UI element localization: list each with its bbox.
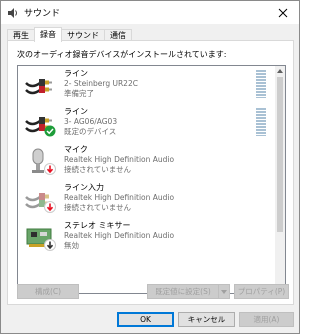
device-name: ステレオ ミキサー — [64, 221, 131, 230]
level-meter — [256, 70, 266, 98]
device-status: 接続されていません — [64, 165, 132, 174]
configure-button[interactable]: 構成(C) — [17, 284, 79, 299]
title-bar: サウンド — [1, 1, 299, 24]
chevron-down-icon — [221, 289, 227, 294]
close-icon — [278, 8, 288, 17]
chevron-up-icon — [277, 69, 283, 73]
disconnected-arrow-badge — [44, 163, 56, 175]
device-status: 接続されていません — [64, 203, 132, 212]
speaker-icon — [7, 7, 19, 19]
device-item[interactable]: ライン 3- AG06/AG03 既定のデバイス — [18, 105, 276, 142]
device-item[interactable]: マイク Realtek High Definition Audio 接続されてい… — [18, 143, 276, 180]
ok-button[interactable]: OK — [117, 312, 174, 327]
device-status: 無効 — [64, 241, 79, 250]
device-name: ライン — [64, 69, 88, 78]
disconnected-arrow-badge — [44, 201, 56, 213]
apply-button[interactable]: 適用(A) — [239, 312, 294, 327]
device-name: マイク — [64, 145, 88, 154]
device-detail: Realtek High Definition Audio — [64, 193, 175, 202]
set-default-dropdown[interactable] — [218, 284, 230, 299]
properties-button[interactable]: プロパティ(P) — [234, 284, 289, 299]
device-detail: Realtek High Definition Audio — [64, 231, 175, 240]
device-detail: 3- AG06/AG03 — [64, 117, 118, 126]
tab-recording[interactable]: 録音 — [34, 27, 62, 42]
tab-strip: 再生 録音 サウンド 通信 — [7, 27, 132, 42]
set-default-button[interactable]: 既定値に設定(S) — [147, 284, 219, 299]
device-list[interactable]: ライン 2- Steinberg UR22C 準備完了 ライン 3- AG06/… — [17, 65, 286, 294]
device-detail: Realtek High Definition Audio — [64, 155, 175, 164]
vertical-scrollbar[interactable] — [275, 66, 285, 293]
window-title: サウンド — [24, 9, 61, 19]
device-status: 既定のデバイス — [64, 127, 117, 136]
device-status: 準備完了 — [64, 89, 94, 98]
device-item[interactable]: ライン 2- Steinberg UR22C 準備完了 — [18, 67, 276, 104]
scroll-thumb[interactable] — [277, 77, 283, 232]
level-meter — [256, 108, 266, 136]
recording-panel: 次のオーディオ録音デバイスがインストールされています: ライン 2- Stein… — [7, 40, 294, 305]
rca-cable-icon — [24, 70, 54, 100]
device-name: ライン入力 — [64, 183, 104, 192]
panel-caption: 次のオーディオ録音デバイスがインストールされています: — [17, 50, 227, 59]
sound-dialog: サウンド 再生 録音 サウンド 通信 次のオーディオ録音デバイスがインストールさ… — [0, 0, 300, 334]
disabled-arrow-badge — [44, 239, 56, 251]
device-item[interactable]: ライン入力 Realtek High Definition Audio 接続され… — [18, 181, 276, 218]
device-detail: 2- Steinberg UR22C — [64, 79, 138, 88]
device-name: ライン — [64, 107, 88, 116]
close-button[interactable] — [267, 1, 299, 24]
device-item[interactable]: ステレオ ミキサー Realtek High Definition Audio … — [18, 219, 276, 256]
cancel-button[interactable]: キャンセル — [178, 312, 235, 327]
default-check-badge — [44, 125, 56, 137]
scroll-up-button[interactable] — [275, 66, 285, 76]
